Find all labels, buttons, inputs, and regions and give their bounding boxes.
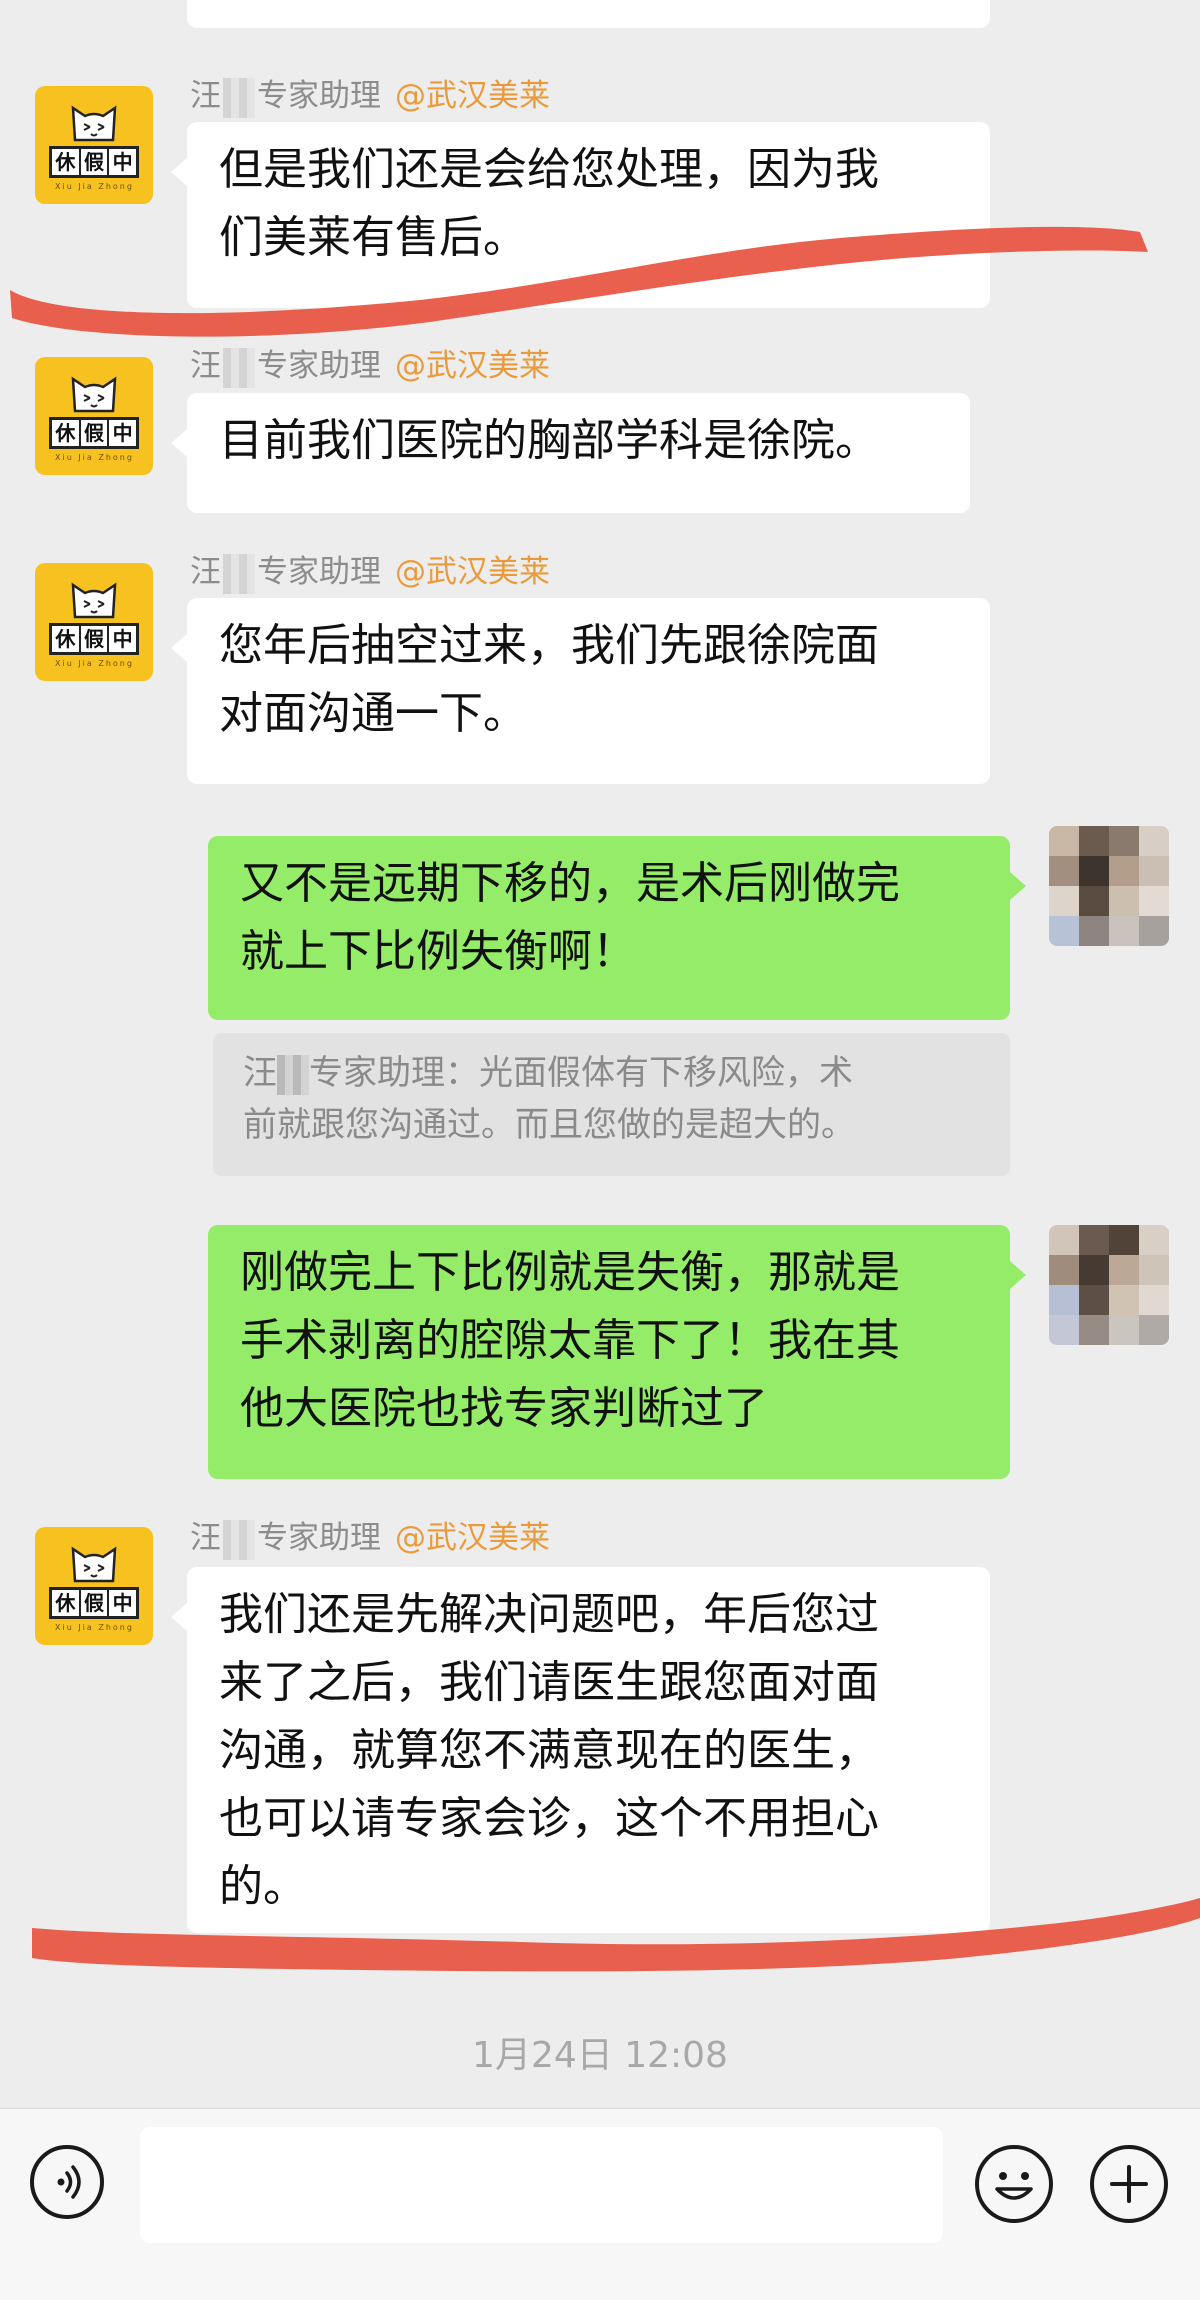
sender-role: 专家助理 [257,348,381,384]
timestamp: 1月24日 12:08 [472,2035,728,2076]
sender-prefix: 汪 [190,1520,221,1556]
quote-text: 专家助理：光面假体有下移风险，术 [309,1053,853,1093]
message-line: 我们还是先解决问题吧，年后您过 [219,1589,879,1640]
sender-tag: @武汉美莱 [395,554,550,590]
message-bubble[interactable]: 目前我们医院的胸部学科是徐院。 [171,393,970,513]
plate-char: 中 [112,627,133,651]
message-line: 刚做完上下比例就是失衡，那就是 [240,1247,900,1298]
message-line: 又不是远期下移的，是术后刚做完 [240,858,900,909]
avatar-subtext: Xiu Jia Zhong [55,182,134,191]
message-line: 对面沟通一下。 [219,688,527,739]
quote-line: 汪专家助理：光面假体有下移风险，术 [243,1047,980,1099]
vacation-plate: 休 假 中 [49,623,139,655]
sender-tag: @武汉美莱 [395,1520,550,1556]
sender-role: 专家助理 [257,554,381,590]
message-input[interactable] [140,2127,943,2243]
quote-sender-prefix: 汪 [243,1053,277,1093]
my-avatar[interactable] [1049,1225,1169,1345]
message-line: 您年后抽空过来，我们先跟徐院面 [219,620,879,671]
message-line: 但是我们还是会给您处理，因为我 [219,144,879,195]
message-line: 他大医院也找专家判断过了 [240,1383,768,1434]
message-line: 沟通，就算您不满意现在的医生， [219,1725,879,1776]
vacation-plate: 休 假 中 [49,417,139,449]
message-bubble[interactable]: 但是我们还是会给您处理，因为我 们美莱有售后。 [171,122,990,308]
avatar[interactable]: 休 假 中 Xiu Jia Zhong [35,1527,153,1645]
sender-role: 专家助理 [257,1520,381,1556]
plate-char: 假 [81,1590,110,1616]
plate-char: 休 [52,626,81,652]
vacation-plate: 休 假 中 [49,1587,139,1619]
voice-button[interactable] [30,2145,104,2219]
message-bubble[interactable]: 您年后抽空过来，我们先跟徐院面 对面沟通一下。 [171,598,990,784]
redaction [223,1519,255,1560]
avatar[interactable]: 休 假 中 Xiu Jia Zhong [35,357,153,475]
sender-name: 汪专家助理 @武汉美莱 [190,340,550,388]
cat-icon [71,376,117,413]
redaction [277,1054,309,1095]
redaction [223,553,255,594]
emoji-button[interactable] [975,2145,1053,2223]
message-line: 手术剥离的腔隙太靠下了！我在其 [240,1315,900,1366]
cat-icon [71,1546,117,1583]
quote-line: 前就跟您沟通过。而且您做的是超大的。 [243,1105,855,1145]
message-line: 们美莱有售后。 [219,212,527,263]
plate-char: 休 [52,420,81,446]
plate-char: 假 [81,149,110,175]
redaction [223,347,255,388]
sender-name: 汪专家助理 @武汉美莱 [190,70,550,118]
message-line: 的。 [219,1861,307,1912]
avatar[interactable]: 休 假 中 Xiu Jia Zhong [35,86,153,204]
message-line: 来了之后，我们请医生跟您面对面 [219,1657,879,1708]
avatar-subtext: Xiu Jia Zhong [55,453,134,462]
avatar-subtext: Xiu Jia Zhong [55,659,134,668]
cat-icon [71,105,117,142]
my-avatar[interactable] [1049,826,1169,946]
plate-char: 中 [112,150,133,174]
message-bubble[interactable]: 我们还是先解决问题吧，年后您过 来了之后，我们请医生跟您面对面 沟通，就算您不满… [171,1567,990,1933]
more-button[interactable] [1090,2145,1168,2223]
previous-message-bubble [187,0,990,28]
quoted-message[interactable]: 汪专家助理：光面假体有下移风险，术 前就跟您沟通过。而且您做的是超大的。 [213,1033,1010,1176]
plate-char: 假 [81,626,110,652]
message-line: 目前我们医院的胸部学科是徐院。 [219,415,879,466]
emoji-icon [995,2172,1033,2200]
sender-prefix: 汪 [190,554,221,590]
plus-icon [1110,2165,1148,2203]
cat-icon [71,582,117,619]
message-line: 也可以请专家会诊，这个不用担心 [219,1793,879,1844]
sender-tag: @武汉美莱 [395,348,550,384]
plate-char: 休 [52,149,81,175]
sender-role: 专家助理 [257,78,381,114]
avatar-subtext: Xiu Jia Zhong [55,1623,134,1632]
message-bubble-mine[interactable]: 刚做完上下比例就是失衡，那就是 手术剥离的腔隙太靠下了！我在其 他大医院也找专家… [208,1225,1026,1479]
voice-icon [57,2165,81,2199]
plate-char: 休 [52,1590,81,1616]
sender-name: 汪专家助理 @武汉美莱 [190,546,550,594]
message-bubble-mine[interactable]: 又不是远期下移的，是术后刚做完 就上下比例失衡啊！ [208,836,1026,1020]
plate-char: 假 [81,420,110,446]
vacation-plate: 休 假 中 [49,146,139,178]
avatar[interactable]: 休 假 中 Xiu Jia Zhong [35,563,153,681]
sender-prefix: 汪 [190,348,221,384]
sender-name: 汪专家助理 @武汉美莱 [190,1512,550,1560]
plate-char: 中 [112,1591,133,1615]
sender-prefix: 汪 [190,78,221,114]
sender-tag: @武汉美莱 [395,78,550,114]
message-line: 就上下比例失衡啊！ [240,926,636,977]
plate-char: 中 [112,421,133,445]
redaction [223,77,255,118]
